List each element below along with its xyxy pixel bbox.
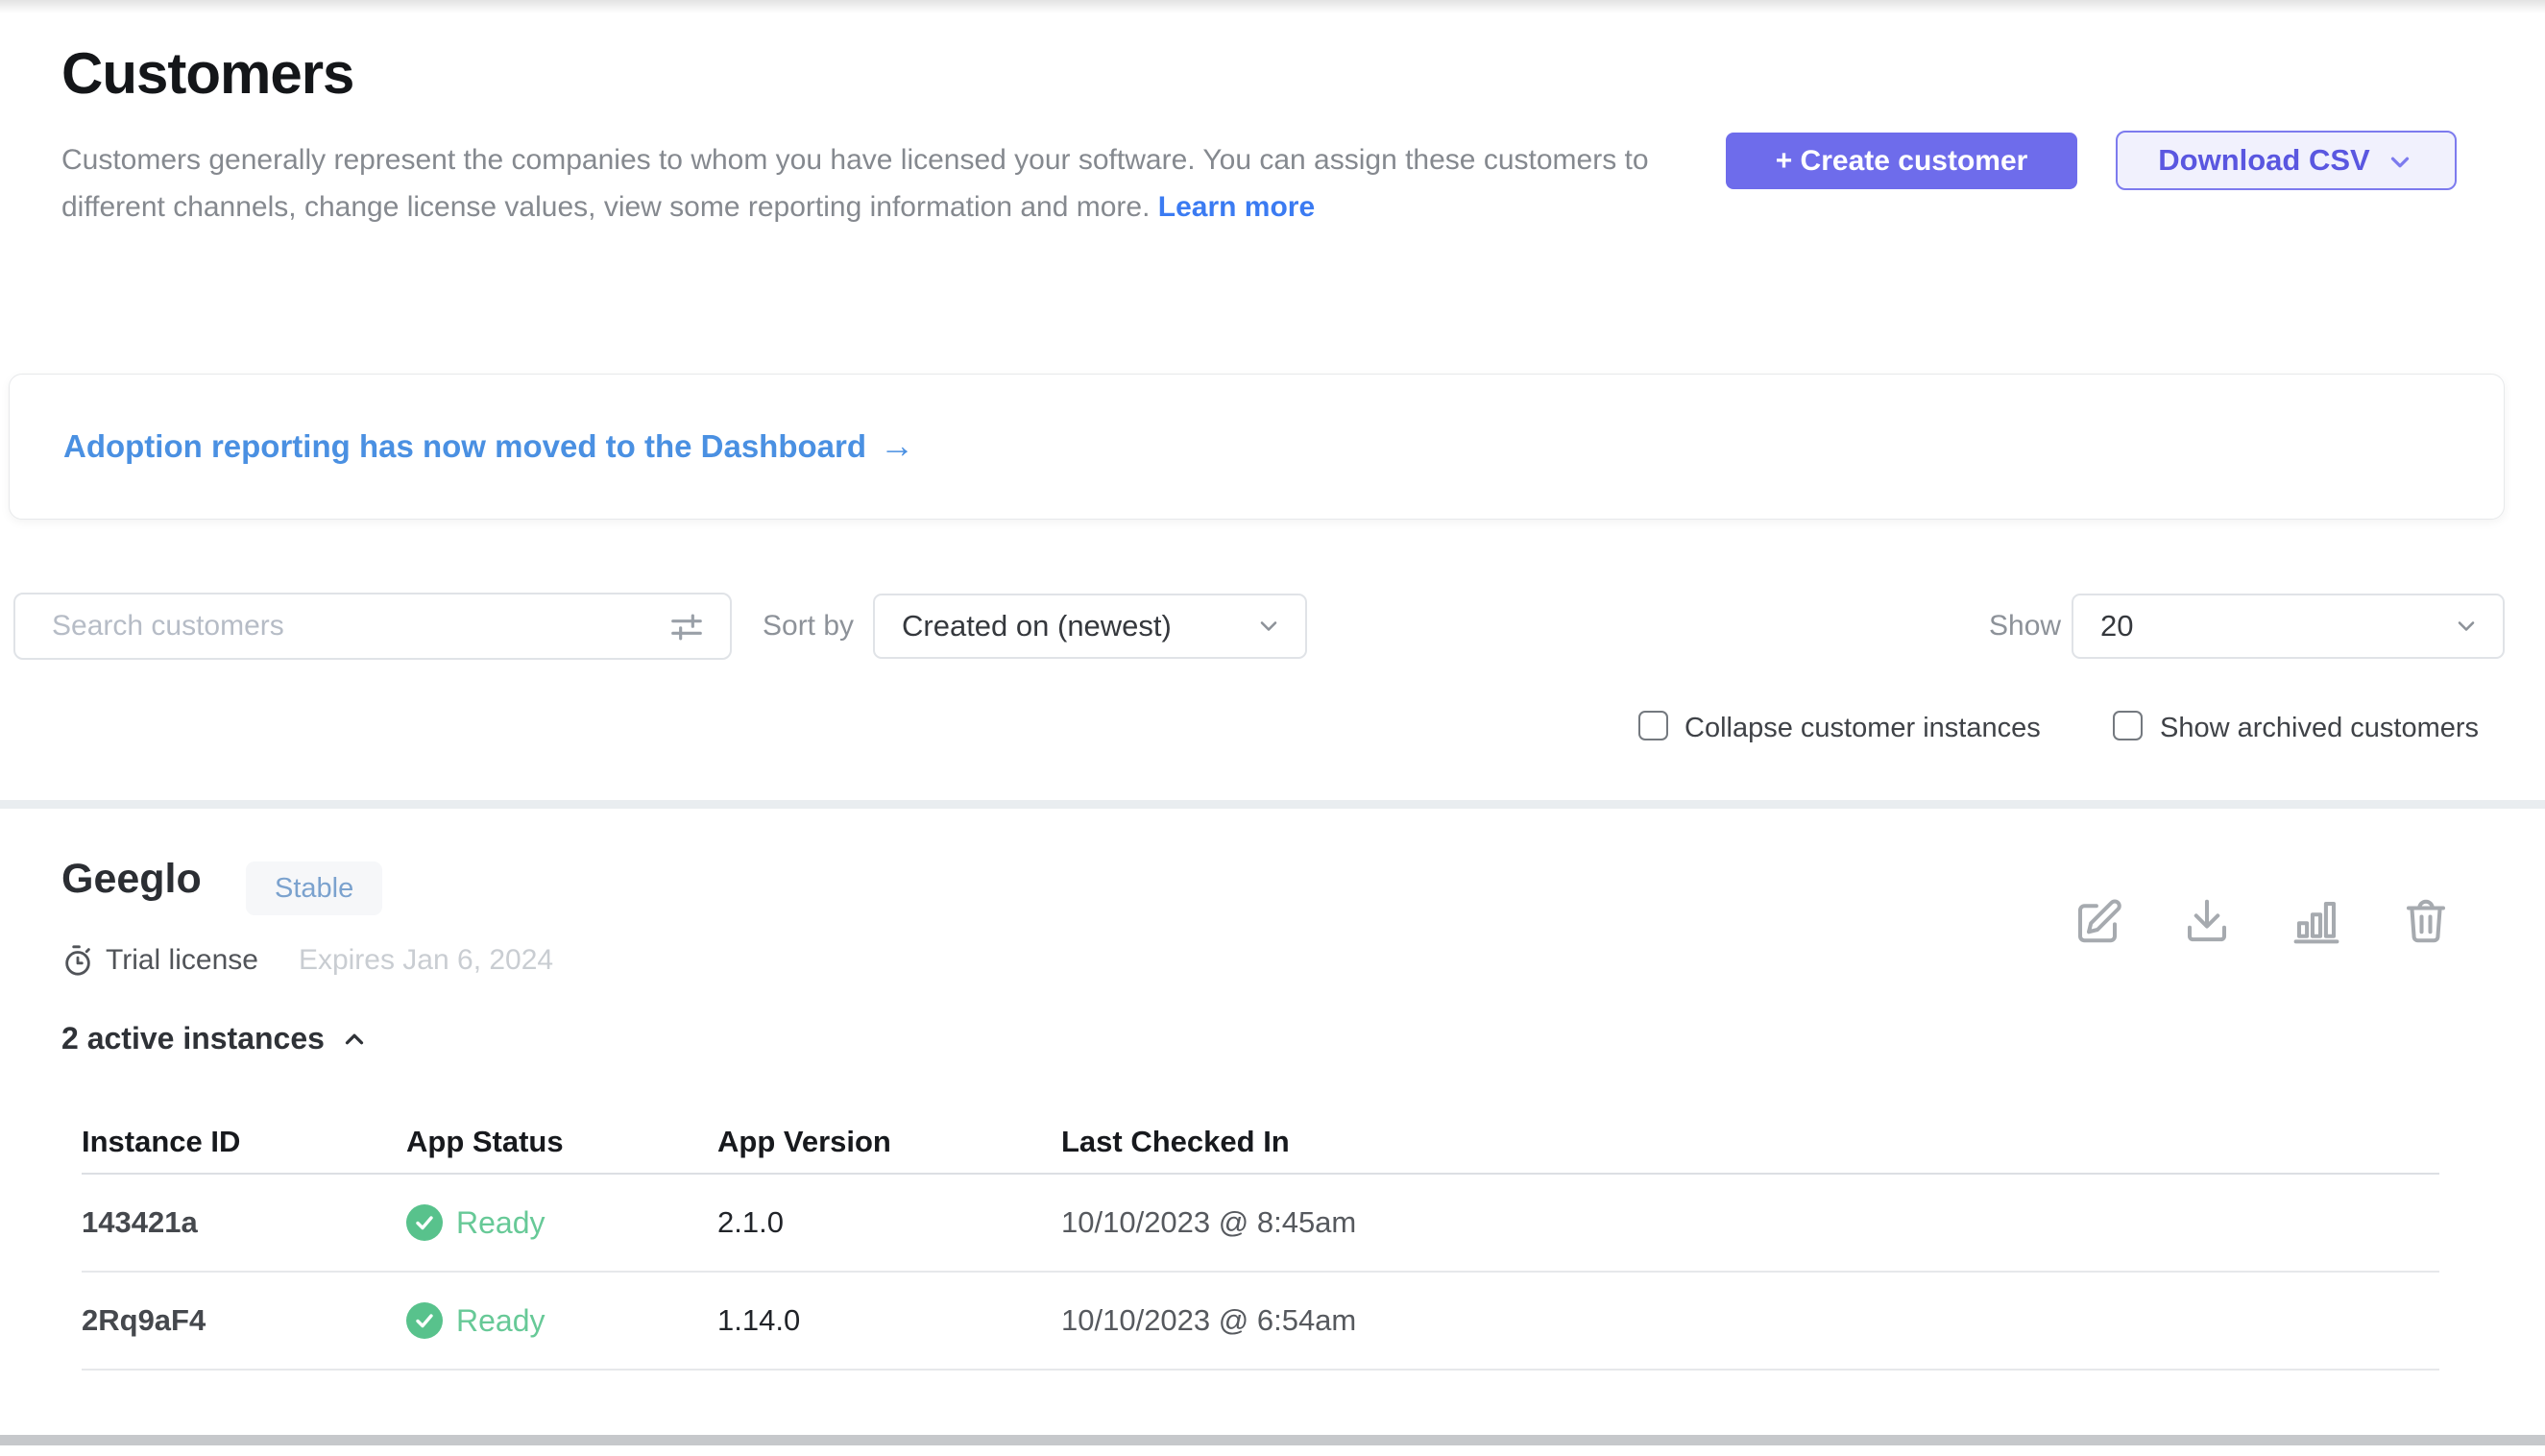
arrow-right-icon: → [880, 425, 914, 466]
adoption-banner: Adoption reporting has now moved to the … [9, 374, 2505, 520]
top-scroll-shadow [0, 0, 2545, 13]
create-customer-button[interactable]: + Create customer [1726, 133, 2077, 189]
license-expires: Expires Jan 6, 2024 [299, 944, 553, 977]
header-instance-id: Instance ID [82, 1125, 406, 1159]
app-version-cell: 1.14.0 [717, 1303, 1061, 1338]
customers-page: Customers Customers generally represent … [0, 0, 2545, 1456]
page-title: Customers [61, 40, 353, 107]
chevron-down-icon [1255, 613, 1282, 640]
section-divider [0, 800, 2545, 809]
customer-name[interactable]: Geeglo [61, 856, 202, 903]
instances-table-header: Instance ID App Status App Version Last … [82, 1111, 2439, 1175]
sort-select-value: Created on (newest) [902, 609, 1172, 643]
page-description-text: Customers generally represent the compan… [61, 144, 1649, 223]
header-last-checked-in: Last Checked In [1061, 1125, 2439, 1159]
adoption-banner-text: Adoption reporting has now moved to the … [63, 428, 866, 465]
table-row: 2Rq9aF4 Ready 1.14.0 10/10/2023 @ 6:54am [82, 1273, 2439, 1371]
last-checked-in-cell: 10/10/2023 @ 6:54am [1061, 1303, 2439, 1338]
search-input[interactable] [13, 593, 732, 660]
table-row: 143421a Ready 2.1.0 10/10/2023 @ 8:45am [82, 1175, 2439, 1273]
download-csv-button[interactable]: Download CSV [2116, 131, 2457, 190]
app-status-cell: Ready [406, 1204, 717, 1241]
chevron-down-icon [2386, 148, 2414, 177]
page-description: Customers generally represent the compan… [61, 136, 1675, 231]
header-app-status: App Status [406, 1125, 717, 1159]
collapse-instances-checkbox[interactable] [1638, 711, 1668, 740]
learn-more-link[interactable]: Learn more [1158, 191, 1315, 223]
sort-select[interactable]: Created on (newest) [873, 594, 1307, 659]
customer-actions [2072, 893, 2456, 949]
active-instances-label: 2 active instances [61, 1021, 325, 1056]
bar-chart-icon[interactable] [2290, 893, 2342, 949]
show-count-value: 20 [2100, 609, 2133, 643]
instances-table: Instance ID App Status App Version Last … [82, 1111, 2439, 1371]
status-text: Ready [456, 1205, 545, 1241]
checkbox-row: Collapse customer instances Show archive… [0, 711, 2545, 745]
instance-id-cell: 2Rq9aF4 [82, 1303, 406, 1338]
instance-id-cell: 143421a [82, 1205, 406, 1240]
stopwatch-icon [61, 944, 94, 977]
channel-badge: Stable [246, 861, 382, 915]
show-count-select[interactable]: 20 [2072, 594, 2505, 659]
license-type: Trial license [106, 944, 258, 977]
check-circle-icon [406, 1204, 443, 1241]
license-row: Trial license Expires Jan 6, 2024 [61, 944, 553, 977]
show-archived-label: Show archived customers [2160, 713, 2479, 744]
filter-sliders-icon[interactable] [668, 609, 705, 645]
show-label: Show [1989, 610, 2061, 643]
app-status-cell: Ready [406, 1302, 717, 1339]
adoption-banner-link[interactable]: Adoption reporting has now moved to the … [63, 426, 914, 467]
trash-icon[interactable] [2400, 893, 2452, 949]
last-checked-in-cell: 10/10/2023 @ 8:45am [1061, 1205, 2439, 1240]
sort-by-label: Sort by [763, 610, 854, 643]
bottom-divider [0, 1435, 2545, 1445]
show-archived-checkbox[interactable] [2113, 711, 2143, 740]
download-csv-label: Download CSV [2158, 143, 2369, 178]
app-version-cell: 2.1.0 [717, 1205, 1061, 1240]
download-icon[interactable] [2181, 893, 2233, 949]
chevron-down-icon [2453, 613, 2480, 640]
chevron-up-icon [340, 1025, 369, 1054]
header-app-version: App Version [717, 1125, 1061, 1159]
edit-icon[interactable] [2072, 893, 2123, 949]
check-circle-icon [406, 1302, 443, 1339]
collapse-instances-label: Collapse customer instances [1685, 713, 2041, 744]
search-customers-field [13, 593, 732, 660]
active-instances-toggle[interactable]: 2 active instances [61, 1021, 369, 1056]
status-text: Ready [456, 1303, 545, 1339]
